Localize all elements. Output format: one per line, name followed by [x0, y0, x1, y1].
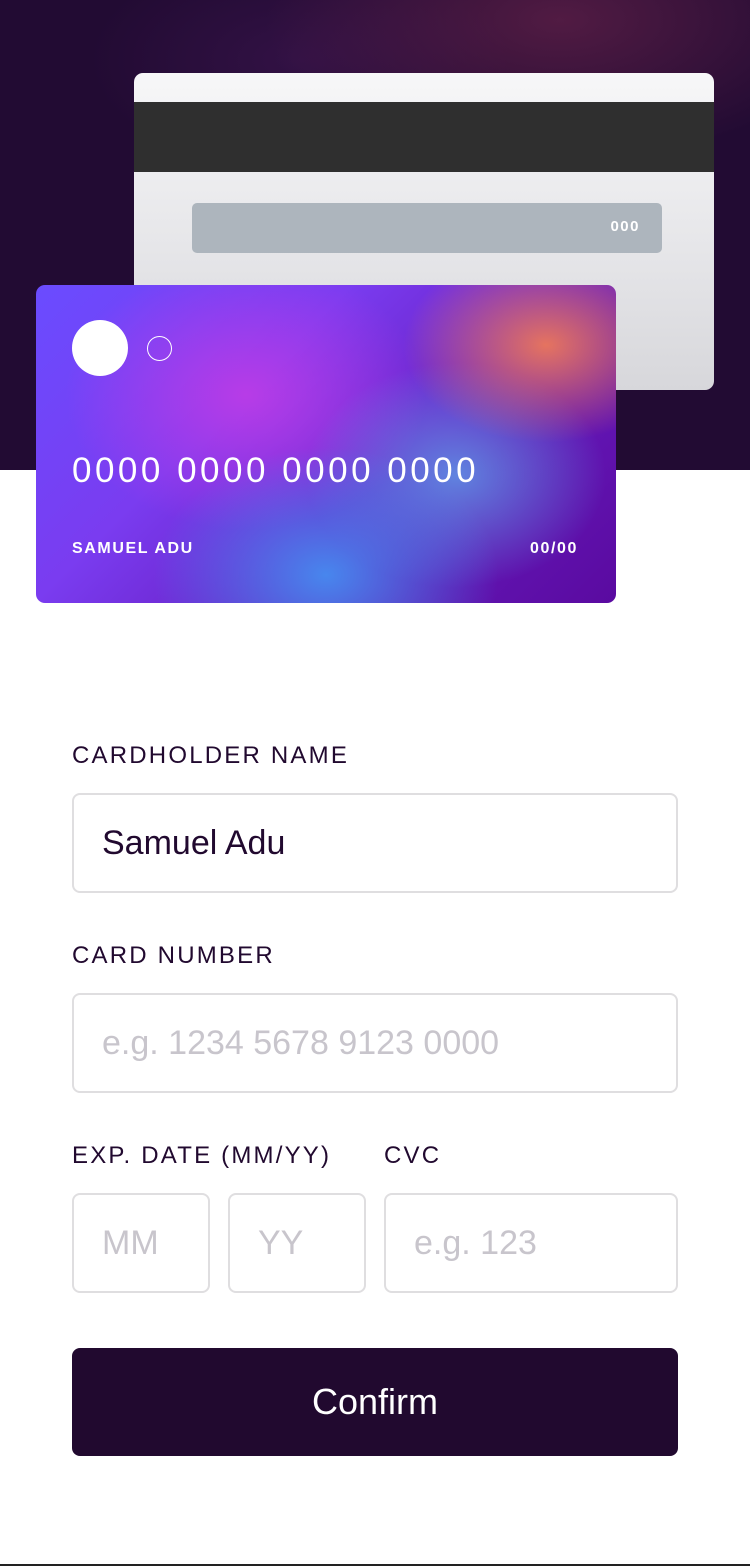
card-logo-filled-circle-icon — [72, 320, 128, 376]
cvc-label: CVC — [384, 1142, 442, 1169]
cardholder-name-label: CARDHOLDER NAME — [72, 742, 350, 769]
confirm-button[interactable]: Confirm — [72, 1348, 678, 1456]
card-front-holder: SAMUEL ADU — [72, 540, 194, 557]
signature-strip: 000 — [192, 203, 662, 253]
card-logo-outline-circle-icon — [147, 336, 172, 361]
exp-date-label: EXP. DATE (MM/YY) — [72, 1142, 332, 1169]
card-front-expiry: 00/00 — [529, 540, 578, 557]
card-back-cvc: 000 — [610, 218, 640, 235]
exp-year-input[interactable] — [228, 1193, 366, 1293]
card-number-label: CARD NUMBER — [72, 942, 275, 969]
cardholder-name-input[interactable] — [72, 793, 678, 893]
cvc-input[interactable] — [384, 1193, 678, 1293]
card-number-input[interactable] — [72, 993, 678, 1093]
magnetic-stripe — [134, 102, 714, 172]
card-front: 0000 0000 0000 0000 SAMUEL ADU 00/00 — [36, 285, 616, 603]
exp-month-input[interactable] — [72, 1193, 210, 1293]
card-front-number: 0000 0000 0000 0000 — [72, 451, 480, 490]
